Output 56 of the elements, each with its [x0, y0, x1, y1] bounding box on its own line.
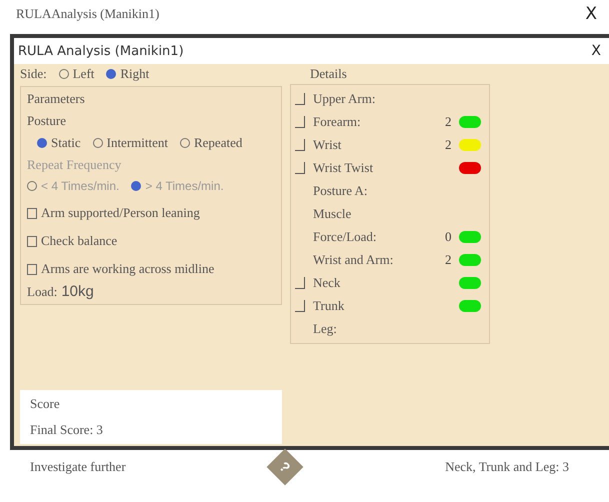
close-button[interactable]: X	[587, 43, 605, 59]
panel-title: Score	[30, 396, 60, 412]
tree-toggle[interactable]	[295, 116, 305, 128]
group-label: Posture	[27, 113, 66, 129]
tree-toggle[interactable]	[295, 277, 305, 289]
load-value: 10kg	[61, 283, 94, 300]
radio-button[interactable]	[37, 138, 47, 148]
checkbox-label: Check balance	[41, 233, 118, 249]
radio-button[interactable]	[92, 138, 103, 148]
checkbox-label: Arms are working across midline	[41, 261, 214, 277]
detail-label: Posture A:	[313, 183, 369, 199]
detail-label: Leg:	[313, 321, 338, 337]
detail-label: Wrist	[313, 137, 342, 153]
load-label: Load:	[27, 284, 58, 300]
checkbox-label: Arm supported/Person leaning	[41, 205, 200, 221]
radio-button[interactable]	[58, 69, 69, 79]
radio-label: Static	[51, 135, 81, 151]
detail-label: Wrist Twist	[313, 160, 374, 176]
detail-label: Neck	[313, 275, 342, 291]
detail-score: 2	[445, 114, 452, 129]
radio-label: < 4 Times/min.	[41, 179, 120, 193]
radio-label: > 4 Times/min.	[145, 179, 224, 193]
detail-label: Force/Load:	[313, 229, 378, 245]
panel-title: Parameters	[27, 91, 85, 107]
tree-toggle[interactable]	[295, 300, 305, 312]
detail-label: Muscle	[313, 206, 352, 222]
radio-label: Intermittent	[106, 135, 168, 151]
tree-toggle[interactable]	[295, 93, 305, 105]
advice-text: Investigate further	[30, 459, 126, 475]
radio-label: Repeated	[194, 135, 242, 151]
detail-score: 2	[445, 137, 452, 152]
detail-label: Upper Arm:	[313, 91, 376, 107]
detail-score: 2	[445, 252, 452, 267]
radio-button[interactable]	[131, 181, 142, 191]
close-button[interactable]: X	[581, 4, 601, 24]
detail-label: Forearm:	[313, 114, 362, 130]
detail-label: Trunk	[313, 298, 346, 314]
summary-score: Neck, Trunk and Leg: 3	[445, 459, 569, 475]
panel-title: Details	[309, 66, 348, 82]
tree-toggle[interactable]	[295, 162, 305, 174]
tree-toggle[interactable]	[295, 139, 305, 151]
radio-label: Right	[120, 66, 150, 82]
final-score: Final Score: 3	[30, 422, 103, 438]
checkbox[interactable]	[27, 264, 37, 274]
dialog-title: RULA Analysis (Manikin1)	[18, 44, 184, 58]
checkbox[interactable]	[27, 208, 37, 218]
radio-button[interactable]	[27, 181, 37, 191]
radio-label: Left	[72, 66, 94, 82]
radio-button[interactable]	[180, 138, 190, 148]
checkbox[interactable]	[27, 236, 37, 246]
radio-button[interactable]	[106, 69, 116, 79]
side-label: Side:	[20, 66, 47, 82]
detail-score: 0	[445, 229, 452, 244]
group-label: Repeat Frequency	[27, 157, 122, 173]
detail-label: Wrist and Arm:	[313, 252, 394, 268]
window-title: RULAAnalysis (Manikin1)	[16, 6, 160, 22]
